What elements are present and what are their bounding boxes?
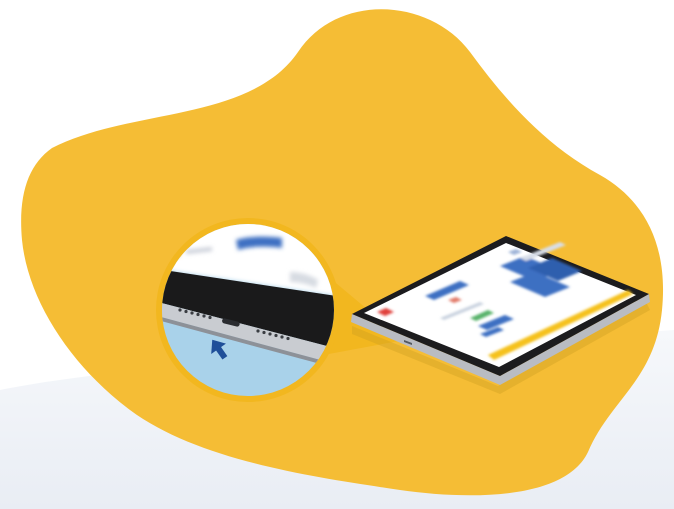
tablet-port-illustration	[0, 9, 674, 509]
illustration	[0, 0, 674, 509]
